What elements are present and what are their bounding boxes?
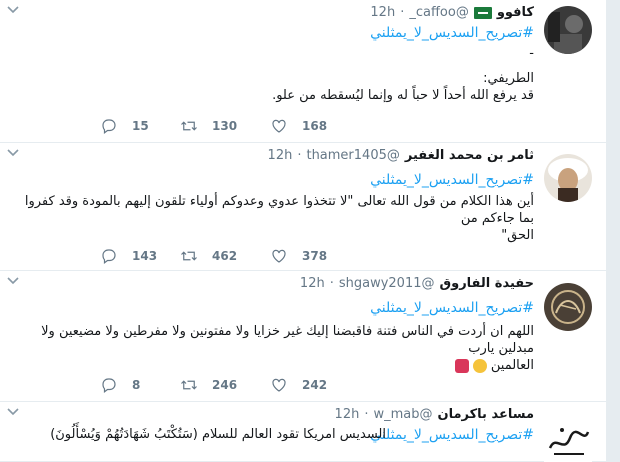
tweet-actions: 143 462 378 <box>100 247 350 265</box>
avatar[interactable] <box>544 283 592 331</box>
reply-icon <box>102 378 116 393</box>
tweet[interactable]: ثامر بن محمد الغفير @thamer1405 · 12h #ت… <box>0 143 606 271</box>
separator-dot: · <box>297 148 302 163</box>
user-handle[interactable]: @shgawy2011 <box>339 276 435 291</box>
tweet-text: اللهم ان أردت في الناس فتنة فاقبضنا إليك… <box>19 323 534 374</box>
timestamp[interactable]: 12h <box>370 5 395 20</box>
timestamp[interactable]: 12h <box>268 148 293 163</box>
retweet-count: 462 <box>212 249 238 263</box>
display-name[interactable]: كافوو <box>497 5 534 20</box>
tweet-header: مساعد باكرمان @w_mab · 12h <box>335 407 534 422</box>
like-button[interactable]: 378 <box>270 247 350 265</box>
tweet-text-line: أين هذا الكلام من قول الله تعالى "لا تتخ… <box>24 194 534 226</box>
user-handle[interactable]: @thamer1405 <box>306 148 399 163</box>
like-count: 242 <box>302 378 328 392</box>
tweet-actions: 8 246 242 <box>100 376 350 394</box>
like-button[interactable]: 242 <box>270 376 350 394</box>
tweet[interactable]: مساعد باكرمان @w_mab · 12h #تصريح_السديس… <box>0 402 606 462</box>
tweet-text-line: السديس امريكا تقود العالم للسلام (سَتُكْ… <box>50 427 386 442</box>
hashtag-link[interactable]: #تصريح_السديس_لا_يمثلني <box>370 25 534 41</box>
reply-button[interactable]: 15 <box>100 117 180 135</box>
tweet-actions: 15 130 168 <box>100 117 350 135</box>
retweet-button[interactable]: 130 <box>180 117 270 135</box>
broken-heart-icon <box>454 358 469 373</box>
tweet-text-line: الطريفي: <box>483 71 534 86</box>
display-name[interactable]: حفيدة الفاروق <box>439 276 534 291</box>
timestamp[interactable]: 12h <box>335 407 360 422</box>
reply-button[interactable]: 8 <box>100 376 180 394</box>
avatar[interactable] <box>544 414 592 462</box>
saudi-flag-icon <box>473 6 492 19</box>
avatar[interactable] <box>544 154 592 202</box>
tweet-text-line: الحق" <box>501 228 534 243</box>
tweet[interactable]: حفيدة الفاروق @shgawy2011 · 12h #تصريح_ا… <box>0 271 606 402</box>
reply-button[interactable]: 143 <box>100 247 180 265</box>
tweet-header: كافوو @caffoo_ · 12h <box>370 5 534 20</box>
tweet-text-line: قد يرفع الله أحداً لا حباً له وإنما ليُس… <box>272 88 534 103</box>
display-name[interactable]: مساعد باكرمان <box>437 407 534 422</box>
tweet-header: ثامر بن محمد الغفير @thamer1405 · 12h <box>268 148 534 163</box>
retweet-icon <box>181 380 197 390</box>
separator-dot: · <box>400 5 405 20</box>
retweet-count: 130 <box>212 119 238 133</box>
scrollbar[interactable] <box>606 0 620 462</box>
retweet-count: 246 <box>212 378 238 392</box>
tweet-text-line: اللهم ان أردت في الناس فتنة فاقبضنا إليك… <box>41 324 534 356</box>
tweet-text: أين هذا الكلام من قول الله تعالى "لا تتخ… <box>19 193 534 244</box>
chevron-down-icon[interactable] <box>7 4 19 17</box>
timeline: كافوو @caffoo_ · 12h #تصريح_السديس_لا_يم… <box>0 0 620 462</box>
tweet-text-line: - <box>529 46 534 61</box>
hashtag-link[interactable]: #تصريح_السديس_لا_يمثلني <box>370 172 534 188</box>
like-count: 378 <box>302 249 328 263</box>
like-count: 168 <box>302 119 328 133</box>
reply-count: 15 <box>132 119 149 133</box>
avatar[interactable] <box>544 6 592 54</box>
chevron-down-icon[interactable] <box>7 147 19 160</box>
reply-count: 8 <box>132 378 141 392</box>
tweet-text: السديس امريكا تقود العالم للسلام (سَتُكْ… <box>50 426 386 443</box>
display-name[interactable]: ثامر بن محمد الغفير <box>405 148 534 163</box>
chevron-down-icon[interactable] <box>7 275 19 288</box>
tweet-text-line: العالمين <box>19 357 534 374</box>
like-button[interactable]: 168 <box>270 117 350 135</box>
heart-icon <box>272 378 286 392</box>
hashtag-link[interactable]: #تصريح_السديس_لا_يمثلني <box>370 427 534 443</box>
separator-dot: · <box>329 276 334 291</box>
timestamp[interactable]: 12h <box>300 276 325 291</box>
retweet-icon <box>181 251 197 261</box>
chevron-down-icon[interactable] <box>7 406 19 419</box>
retweet-button[interactable]: 246 <box>180 376 270 394</box>
pensive-face-icon <box>472 358 487 373</box>
tweet[interactable]: كافوو @caffoo_ · 12h #تصريح_السديس_لا_يم… <box>0 0 606 143</box>
separator-dot: · <box>364 407 369 422</box>
reply-icon <box>102 249 116 264</box>
tweet-text: - الطريفي: قد يرفع الله أحداً لا حباً له… <box>272 45 534 104</box>
reply-count: 143 <box>132 249 158 263</box>
heart-icon <box>272 119 286 133</box>
hashtag-link[interactable]: #تصريح_السديس_لا_يمثلني <box>370 300 534 316</box>
tweet-header: حفيدة الفاروق @shgawy2011 · 12h <box>300 276 534 291</box>
reply-icon <box>102 119 116 134</box>
user-handle[interactable]: @caffoo_ <box>409 5 468 20</box>
retweet-icon <box>181 121 197 131</box>
heart-icon <box>272 249 286 263</box>
retweet-button[interactable]: 462 <box>180 247 270 265</box>
tweet-text-fragment: العالمين <box>490 358 534 373</box>
user-handle[interactable]: @w_mab <box>373 407 432 422</box>
